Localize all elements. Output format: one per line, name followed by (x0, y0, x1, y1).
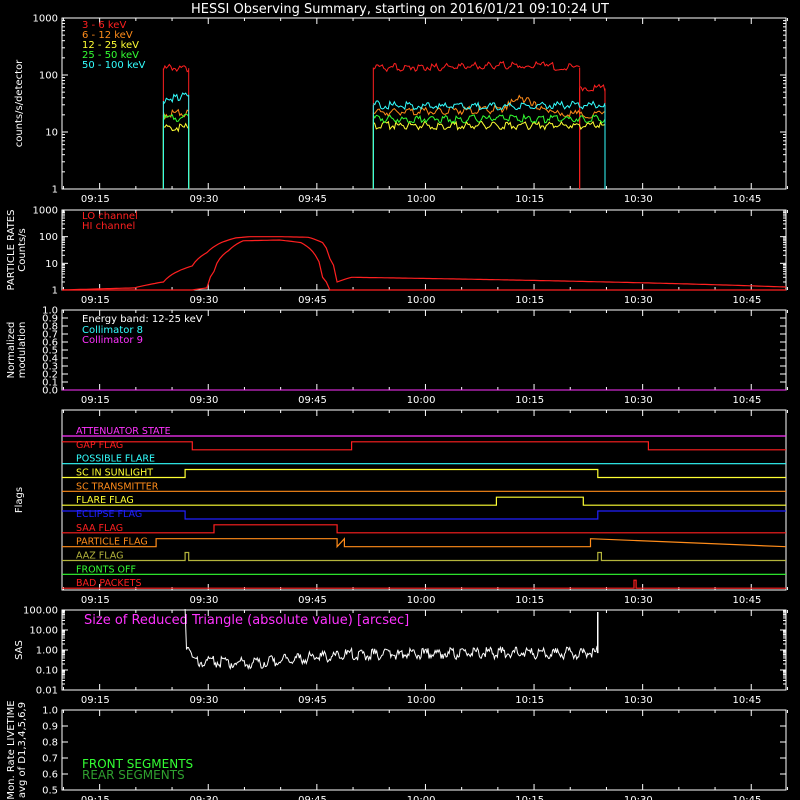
y-tick-label: 0.7 (42, 754, 58, 765)
flag-label: ATTENUATOR STATE (76, 426, 171, 437)
flag-label: SC TRANSMITTER (76, 481, 159, 492)
y-axis-label: Flags (14, 487, 25, 513)
y-tick-label: 0.5 (42, 786, 58, 797)
x-tick-label: 09:45 (298, 595, 327, 606)
y-tick-label: 1.0 (42, 706, 58, 717)
y-tick-label: 100 (39, 232, 58, 243)
y-tick-label: 10 (45, 128, 58, 139)
x-tick-label: 10:45 (732, 295, 761, 306)
flag-label: PARTICLE FLAG (76, 537, 148, 548)
x-tick-label: 09:45 (298, 194, 327, 205)
y-tick-label: 10.00 (29, 626, 58, 637)
y-tick-label: 10 (45, 259, 58, 270)
x-tick-label: 10:30 (624, 695, 653, 706)
x-tick-label: 09:45 (298, 795, 327, 800)
x-tick-label: 10:45 (732, 595, 761, 606)
flag-label: FRONTS OFF (76, 564, 136, 575)
y-axis-label: Mon. Rate LIVETIME (6, 700, 17, 799)
y-tick-label: 1 (52, 185, 58, 196)
y-axis-label: counts/s/detector (14, 59, 25, 147)
x-tick-label: 10:00 (407, 795, 436, 800)
y-tick-label: 1000 (33, 14, 58, 25)
x-tick-label: 09:30 (189, 695, 218, 706)
x-tick-label: 09:15 (81, 295, 110, 306)
x-tick-label: 10:45 (732, 395, 761, 406)
y-tick-label: 100 (39, 71, 58, 82)
x-tick-label: 10:00 (407, 595, 436, 606)
x-tick-label: 10:45 (732, 695, 761, 706)
x-tick-label: 09:15 (81, 595, 110, 606)
y-tick-label: 100.00 (23, 606, 58, 617)
legend-entry: HI channel (82, 221, 135, 232)
y-tick-label: 0.8 (42, 738, 58, 749)
x-tick-label: 09:45 (298, 395, 327, 406)
y-tick-label: 1.00 (36, 646, 58, 657)
x-tick-label: 09:15 (81, 795, 110, 800)
flag-label: AAZ FLAG (76, 551, 123, 562)
x-tick-label: 10:30 (624, 595, 653, 606)
sas-annotation: Size of Reduced Triangle (absolute value… (84, 613, 409, 628)
y-axis-label: avg of D1,3,4,5,6,9 (17, 702, 28, 798)
y-axis-label: PARTICLE RATES (6, 210, 17, 291)
x-tick-label: 09:30 (189, 395, 218, 406)
chart-title: HESSI Observing Summary, starting on 201… (191, 2, 609, 17)
x-tick-label: 10:30 (624, 295, 653, 306)
legend-entry: Collimator 9 (82, 335, 143, 346)
x-tick-label: 09:30 (189, 795, 218, 800)
x-tick-label: 10:00 (407, 295, 436, 306)
x-tick-label: 10:45 (732, 194, 761, 205)
x-tick-label: 10:00 (407, 695, 436, 706)
y-axis-label: Normalized (6, 322, 17, 379)
x-tick-label: 09:30 (189, 595, 218, 606)
y-tick-label: 0.6 (42, 770, 58, 781)
x-tick-label: 09:45 (298, 295, 327, 306)
x-tick-label: 10:00 (407, 194, 436, 205)
flag-label: FLARE FLAG (76, 495, 134, 506)
hessi-summary-plot: HESSI Observing Summary, starting on 201… (0, 0, 800, 800)
y-tick-label: 1000 (33, 206, 58, 217)
x-tick-label: 10:15 (515, 194, 544, 205)
energy-band-annotation: Energy band: 12-25 keV (82, 314, 203, 325)
y-axis-label: modulation (17, 322, 28, 379)
flag-label: BAD PACKETS (76, 578, 142, 589)
flag-label: POSSIBLE FLARE (76, 454, 155, 465)
x-tick-label: 10:45 (732, 795, 761, 800)
y-tick-label: 1 (52, 286, 58, 297)
x-tick-label: 10:15 (515, 295, 544, 306)
x-tick-label: 10:15 (515, 795, 544, 800)
x-tick-label: 10:15 (515, 595, 544, 606)
legend-entry: REAR SEGMENTS (82, 768, 185, 782)
x-tick-label: 10:30 (624, 395, 653, 406)
x-tick-label: 10:15 (515, 395, 544, 406)
y-tick-label: 0.9 (42, 722, 58, 733)
legend-entry: 50 - 100 keV (82, 60, 146, 71)
y-axis-label: Counts/s (17, 228, 28, 272)
x-tick-label: 10:30 (624, 194, 653, 205)
flag-label: SAA FLAG (76, 523, 123, 534)
y-tick-label: 0.01 (36, 686, 58, 697)
y-axis-label: SAS (14, 640, 25, 660)
x-tick-label: 10:30 (624, 795, 653, 800)
x-tick-label: 09:15 (81, 395, 110, 406)
x-tick-label: 10:00 (407, 395, 436, 406)
x-tick-label: 09:45 (298, 695, 327, 706)
y-tick-label: 1.0 (42, 306, 58, 317)
x-tick-label: 09:30 (189, 295, 218, 306)
x-tick-label: 10:15 (515, 695, 544, 706)
x-tick-label: 09:30 (189, 194, 218, 205)
y-tick-label: 0.10 (36, 666, 58, 677)
x-tick-label: 09:15 (81, 695, 110, 706)
x-tick-label: 09:15 (81, 194, 110, 205)
flag-label: SC IN SUNLIGHT (76, 468, 153, 479)
